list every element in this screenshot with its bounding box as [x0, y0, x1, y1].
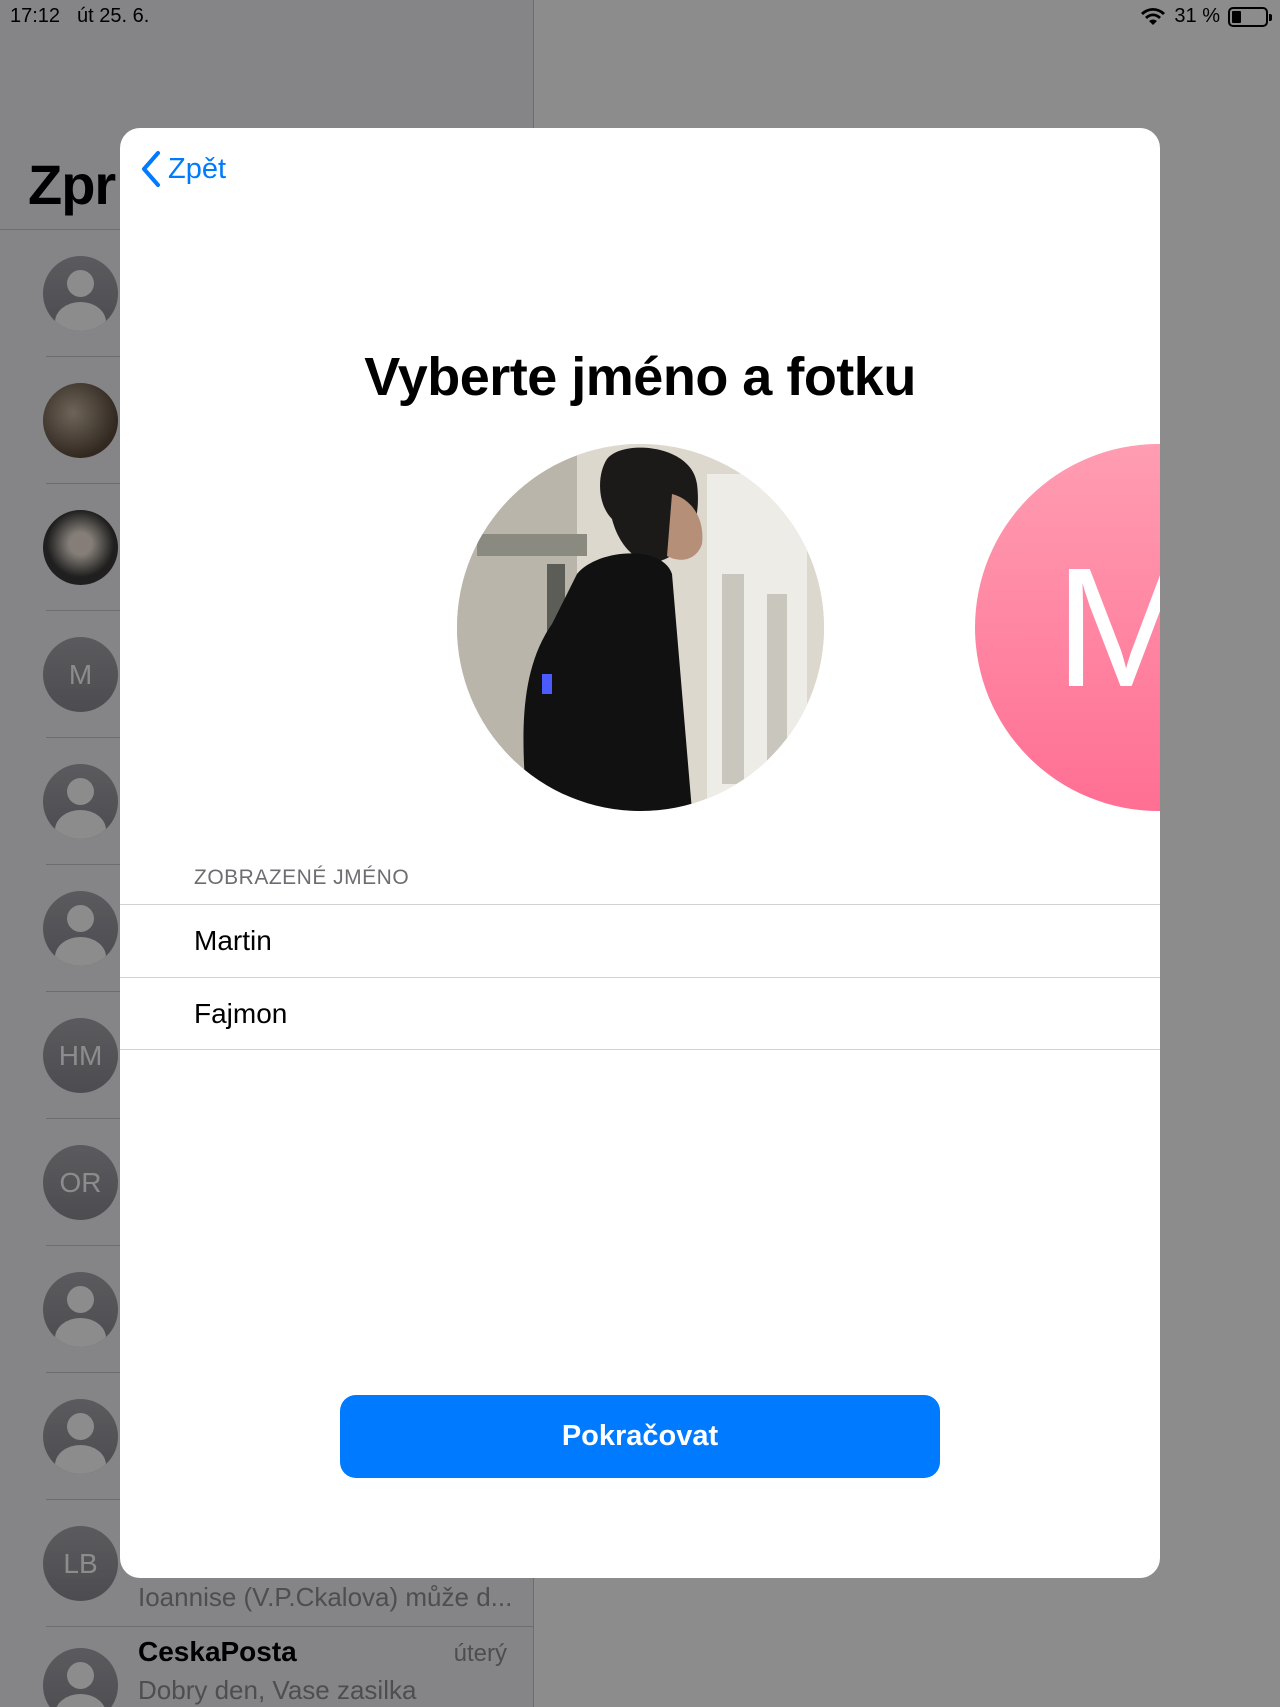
first-name-row — [120, 904, 1160, 977]
profile-photo[interactable] — [457, 444, 824, 811]
continue-button[interactable]: Pokračovat — [340, 1395, 940, 1478]
name-photo-sheet: Zpět Vyberte jméno a fotku M ZOBRAZENÉ J… — [120, 128, 1160, 1578]
first-name-field[interactable] — [194, 905, 1134, 977]
section-label: ZOBRAZENÉ JMÉNO — [194, 866, 410, 889]
profile-photo-image — [457, 444, 824, 811]
monogram-letter: M — [1055, 532, 1160, 723]
page-title: Vyberte jméno a fotku — [364, 347, 916, 407]
monogram-option[interactable]: M — [975, 444, 1160, 811]
last-name-field[interactable] — [194, 978, 1134, 1050]
field-divider — [120, 1049, 1160, 1050]
last-name-row — [120, 977, 1160, 1050]
back-button-label: Zpět — [168, 152, 227, 185]
back-button[interactable]: Zpět — [140, 150, 226, 188]
chevron-left-icon — [142, 151, 160, 187]
